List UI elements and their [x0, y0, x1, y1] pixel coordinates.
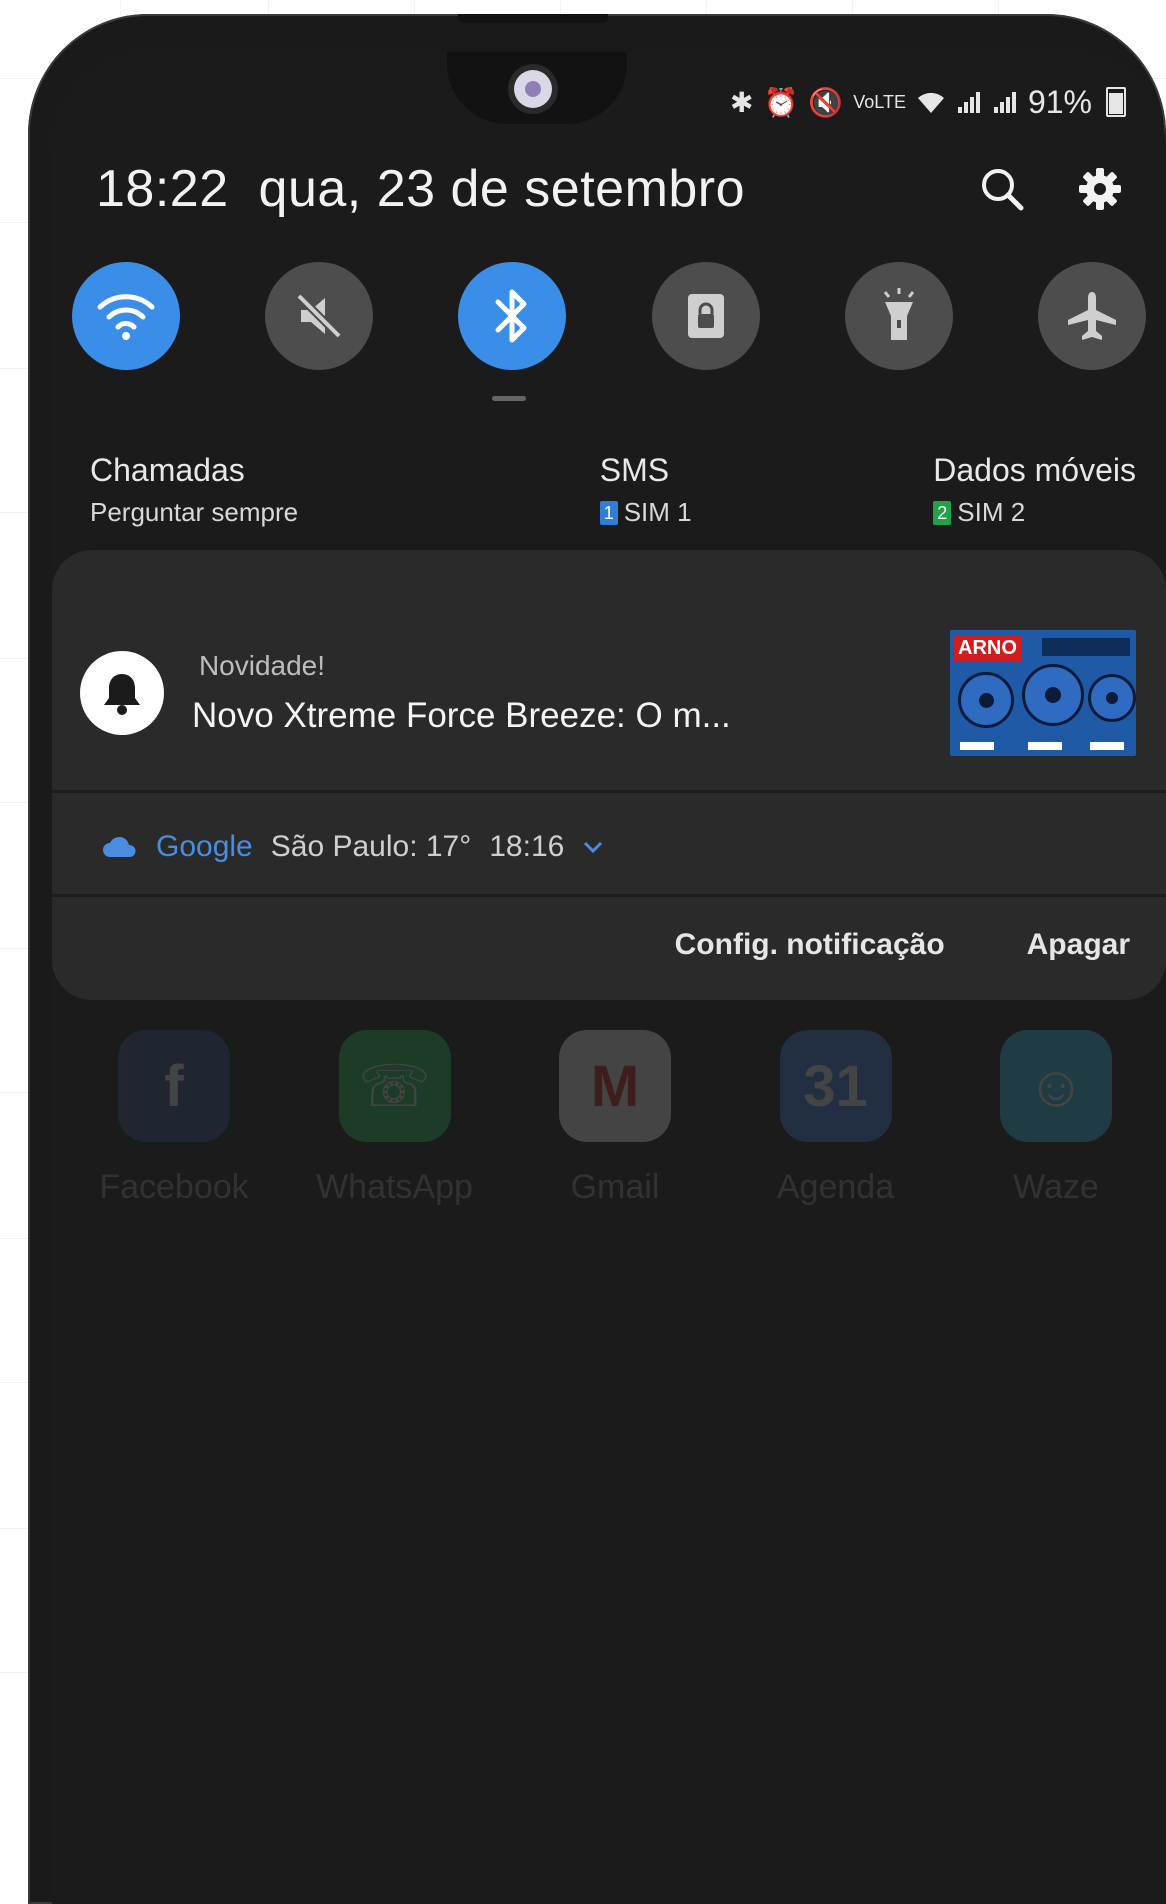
expand-handle[interactable] [492, 396, 526, 401]
sim-sms-value: SIM 1 [623, 497, 692, 527]
sim-data-value: SIM 2 [957, 497, 1026, 527]
battery-percent: 91% [1027, 83, 1092, 120]
app-label: WhatsApp [316, 1168, 473, 1206]
sim-sms-title: SMS [599, 452, 670, 488]
bell-icon [80, 651, 164, 735]
flashlight-icon [883, 288, 914, 340]
sim-data-title: Dados móveis [933, 452, 1136, 488]
chevron-down-icon[interactable] [582, 840, 604, 854]
sim2-badge: 2 [933, 500, 952, 525]
notification-app-name: Novidade! [198, 650, 326, 681]
mute-toggle[interactable] [265, 262, 374, 370]
airplane-icon [1067, 292, 1116, 340]
search-icon[interactable] [976, 163, 1028, 215]
notification-message: Novo Xtreme Force Breeze: O m... [192, 696, 731, 735]
thumbnail-brand-logo: ARNO [954, 636, 1021, 661]
thumbnail-fan-1 [958, 672, 1014, 728]
notification-settings-button[interactable]: Config. notificação [675, 928, 945, 962]
waze-icon: ☺ [1000, 1030, 1112, 1142]
weather-notification[interactable]: Google São Paulo: 17° 18:16 [102, 830, 604, 864]
alarm-icon: ⏰ [763, 86, 799, 118]
front-camera [514, 70, 552, 108]
wifi-status-icon [917, 92, 944, 113]
shade-header: 18:22 qua, 23 de setembro [96, 144, 1126, 234]
settings-gear-icon[interactable] [1074, 163, 1126, 215]
facebook-icon: f [118, 1030, 230, 1142]
thumbnail-fan-2 [1022, 664, 1084, 726]
weather-provider: Google [156, 830, 253, 863]
thumbnail-banner [1042, 638, 1130, 656]
status-bar: ✱ ⏰ 🔇 VoLTE 91% [730, 82, 1126, 122]
sim-mobile-data[interactable]: Dados móveis 2 SIM 2 [933, 452, 1136, 542]
signal-sim2-icon [993, 92, 1016, 113]
sim1-badge: 1 [599, 500, 618, 525]
sim-calls-title: Chamadas [90, 452, 245, 488]
thumbnail-price-tag-2 [1028, 742, 1062, 750]
notification-shade: ✱ ⏰ 🔇 VoLTE 91% 18:22 qua, 23 de setembr… [52, 52, 1166, 1904]
bluetooth-status-icon: ✱ [730, 86, 754, 118]
weather-location-temp: São Paulo: 17° [270, 830, 472, 863]
cloud-icon [103, 836, 136, 857]
wifi-toggle[interactable] [72, 262, 180, 370]
date-time: 18:22 qua, 23 de setembro [96, 159, 745, 219]
thumbnail-price-tag-1 [960, 742, 994, 750]
phone-frame: ✱ ⏰ 🔇 VoLTE 91% 18:22 qua, 23 de setembr… [28, 14, 1166, 1904]
card-actions: Config. notificação Apagar [675, 928, 1130, 962]
date: qua, 23 de setembro [258, 160, 746, 218]
battery-icon [1106, 87, 1126, 117]
thumbnail-fan-3 [1088, 674, 1136, 722]
earpiece [458, 14, 608, 23]
app-waze: ☺ Waze [986, 1030, 1126, 1207]
card-divider-2 [52, 894, 1166, 897]
app-label: Waze [1013, 1168, 1099, 1206]
gmail-icon: M [559, 1030, 671, 1142]
app-label: Gmail [570, 1168, 660, 1206]
bluetooth-toggle[interactable] [458, 262, 567, 370]
flashlight-toggle[interactable] [844, 262, 953, 370]
agenda-icon: 31 [779, 1030, 892, 1142]
app-whatsapp: ☏ WhatsApp [316, 1030, 473, 1207]
notification-thumbnail: ARNO [950, 630, 1136, 756]
screen-lock-toggle[interactable] [651, 262, 760, 370]
clock: 18:22 [96, 160, 229, 218]
sim-calls[interactable]: Chamadas Perguntar sempre [90, 452, 298, 542]
sim-settings-row: Chamadas Perguntar sempre SMS 1 SIM 1 Da… [90, 452, 1136, 542]
screen-lock-icon [687, 294, 724, 338]
weather-time: 18:16 [489, 830, 565, 863]
thumbnail-price-tag-3 [1090, 742, 1124, 750]
card-divider-1 [52, 790, 1166, 793]
clear-button[interactable]: Apagar [1027, 928, 1130, 962]
app-agenda: 31 Agenda [766, 1030, 906, 1207]
signal-sim1-icon [957, 92, 980, 113]
app-label: Facebook [99, 1168, 249, 1206]
whatsapp-icon: ☏ [338, 1030, 451, 1142]
sim-sms[interactable]: SMS 1 SIM 1 [599, 452, 692, 542]
volte-icon: VoLTE [853, 91, 906, 112]
airplane-mode-toggle[interactable] [1037, 262, 1146, 370]
bluetooth-icon [495, 289, 527, 343]
mute-status-icon: 🔇 [808, 86, 844, 118]
quick-settings-toggles [72, 262, 1146, 372]
notification-item[interactable]: Novidade! Novo Xtreme Force Breeze: O m.… [80, 628, 1136, 758]
app-facebook: f Facebook [99, 1030, 249, 1207]
homescreen-behind-shade: f Facebook ☏ WhatsApp M Gmail 31 Agenda ☺ Waze [52, 1002, 1166, 1206]
app-gmail: M Gmail [545, 1030, 685, 1207]
sim-calls-value: Perguntar sempre [90, 497, 299, 527]
mute-icon [296, 293, 343, 339]
wifi-icon [97, 294, 155, 340]
notification-card: Novidade! Novo Xtreme Force Breeze: O m.… [52, 550, 1166, 1000]
app-label: Agenda [776, 1168, 895, 1206]
